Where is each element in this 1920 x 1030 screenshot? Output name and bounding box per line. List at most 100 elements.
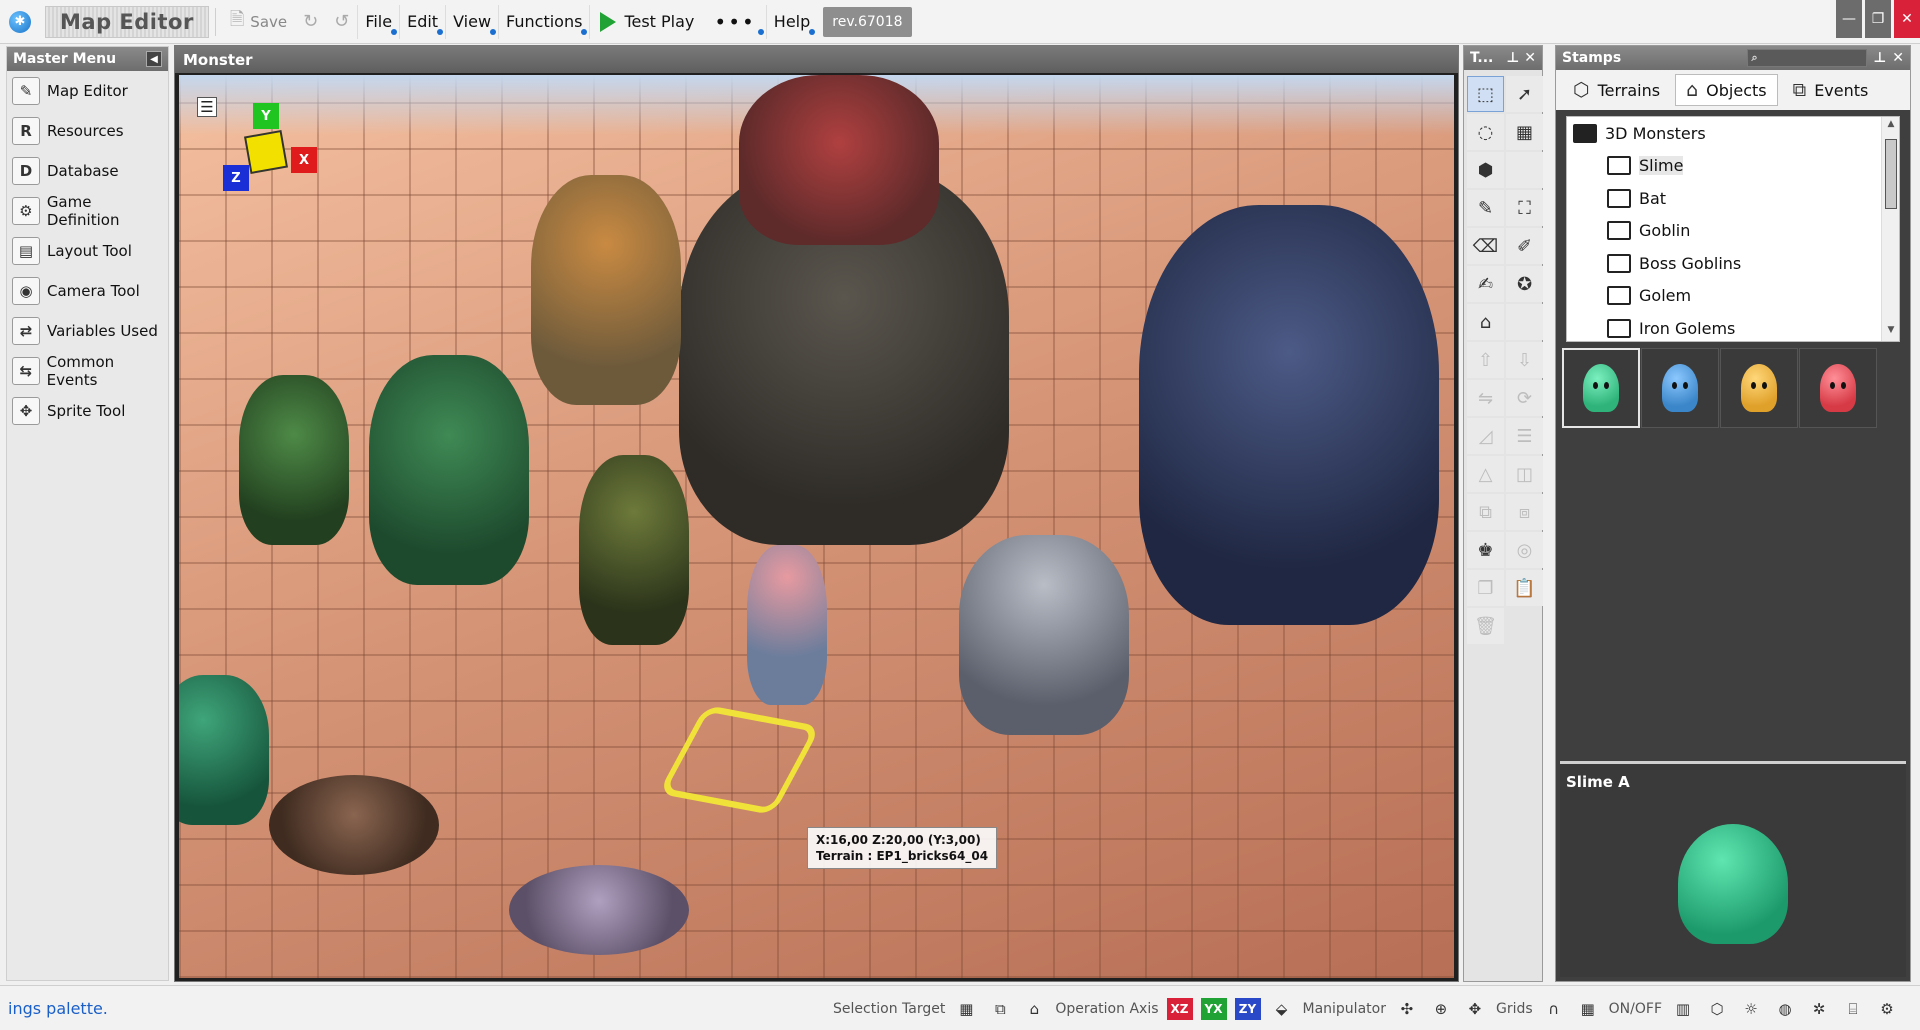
master-menu-item-layout-tool[interactable]: ▤ Layout Tool	[7, 231, 168, 271]
tree-folder-golem[interactable]: Golem	[1567, 280, 1899, 313]
tab-objects[interactable]: ⌂ Objects	[1675, 74, 1778, 106]
select-object-icon[interactable]: ⧉	[987, 996, 1013, 1022]
gizmo-y-axis[interactable]: Y	[253, 103, 279, 129]
master-menu-item-camera-tool[interactable]: ◉ Camera Tool	[7, 271, 168, 311]
select-event-icon[interactable]: ⌂	[1021, 996, 1047, 1022]
axis-gizmo[interactable]: Y X Z	[213, 103, 323, 213]
slime-model[interactable]	[179, 675, 269, 825]
redo-button[interactable]: ↻	[295, 5, 326, 39]
gizmo-z-axis[interactable]: Z	[223, 165, 249, 191]
toggle-settings-icon[interactable]: ⚙	[1874, 996, 1900, 1022]
tab-events[interactable]: ⧉ Events	[1782, 74, 1880, 106]
toggle-light-icon[interactable]: ☼	[1738, 996, 1764, 1022]
stamp-thumbnail-yellow-slime[interactable]	[1720, 348, 1798, 428]
stamps-search-input[interactable]: ⌕	[1747, 49, 1868, 67]
goblin-model[interactable]	[369, 355, 529, 585]
tree-folder-goblin[interactable]: Goblin	[1567, 215, 1899, 248]
tree-folder-boss-goblins[interactable]: Boss Goblins	[1567, 247, 1899, 280]
master-menu-item-sprite-tool[interactable]: ✥ Sprite Tool	[7, 391, 168, 431]
tree-folder-bat[interactable]: Bat	[1567, 182, 1899, 215]
save-button[interactable]: 🗎 Save	[222, 5, 295, 39]
bat-model[interactable]	[509, 865, 689, 955]
rotate-gizmo-icon[interactable]: ⊕	[1428, 996, 1454, 1022]
triangle-tool-icon[interactable]: △	[1467, 456, 1504, 492]
master-menu-item-common-events[interactable]: ⇆ Common Events	[7, 351, 168, 391]
lasso-tool-icon[interactable]: ◌	[1467, 114, 1504, 150]
stamp-tool-icon[interactable]: ♚	[1467, 532, 1504, 568]
manipulator-icon[interactable]: ⬙	[1269, 996, 1295, 1022]
close-icon[interactable]: ✕	[1894, 0, 1920, 38]
flip-tool-icon[interactable]: ⇋	[1467, 380, 1504, 416]
master-menu-item-database[interactable]: D Database	[7, 151, 168, 191]
cube-tool-icon[interactable]: ⬢	[1467, 152, 1504, 188]
scale-gizmo-icon[interactable]: ✥	[1462, 996, 1488, 1022]
grid-magnet-icon[interactable]: ∩	[1541, 996, 1567, 1022]
restore-icon[interactable]: ❐	[1865, 0, 1891, 38]
tab-terrains[interactable]: ⬡ Terrains	[1562, 74, 1671, 106]
test-play-button[interactable]: Test Play	[589, 4, 704, 39]
undo-button[interactable]: ↺	[326, 5, 357, 39]
dragon-model[interactable]	[739, 75, 939, 245]
gizmo-x-axis[interactable]: X	[291, 147, 317, 173]
axis-zy-button[interactable]: ZY	[1234, 997, 1261, 1020]
boss-goblin-model[interactable]	[531, 175, 681, 405]
hooded-figure-model[interactable]	[579, 455, 689, 645]
scene-canvas[interactable]: ☰ Y X Z X:16,00 Z:20,00 (Y:3,00) Terrain…	[179, 75, 1454, 978]
menu-file[interactable]: File	[357, 4, 399, 39]
tree-folder-slime[interactable]: Slime	[1567, 150, 1899, 183]
more-options-button[interactable]: •••	[704, 5, 765, 39]
axis-yx-button[interactable]: YX	[1200, 997, 1227, 1020]
toggle-grid-icon[interactable]: ▥	[1670, 996, 1696, 1022]
move-gizmo-icon[interactable]: ✣	[1394, 996, 1420, 1022]
slope-tool-icon[interactable]: ◿	[1467, 418, 1504, 454]
master-menu-item-map-editor[interactable]: ✎ Map Editor	[7, 71, 168, 111]
raise-tool-icon[interactable]: ⇧	[1467, 342, 1504, 378]
tree-folder-3d-monsters[interactable]: 3D Monsters	[1567, 117, 1899, 150]
fill-tool-icon[interactable]: ⛶	[1506, 190, 1543, 226]
layers-tool-icon[interactable]: ☰	[1506, 418, 1543, 454]
toggle-cube-icon[interactable]: ⬡	[1704, 996, 1730, 1022]
minimize-icon[interactable]: —	[1836, 0, 1862, 38]
pencil-tool-icon[interactable]: ✎	[1467, 190, 1504, 226]
toggle-cylinder-icon[interactable]: ⌸	[1840, 996, 1866, 1022]
rotate-tool-icon[interactable]: ⟳	[1506, 380, 1543, 416]
paste-icon[interactable]: 📋	[1506, 570, 1543, 606]
master-menu-item-variables-used[interactable]: ⇄ Variables Used	[7, 311, 168, 351]
axis-xz-button[interactable]: XZ	[1166, 997, 1193, 1020]
child-character-model[interactable]	[747, 545, 827, 705]
close-icon[interactable]: ✕	[1892, 50, 1904, 66]
lower-tool-icon[interactable]: ⇩	[1506, 342, 1543, 378]
eyedropper-tool-icon[interactable]: ✐	[1506, 228, 1543, 264]
stamp-thumbnail-red-slime[interactable]	[1799, 348, 1877, 428]
house-tool-icon[interactable]: ⌂	[1467, 304, 1504, 340]
collapse-panel-icon[interactable]: ◀	[146, 51, 162, 67]
toggle-sphere-icon[interactable]: ◍	[1772, 996, 1798, 1022]
pin-icon[interactable]: ⊥	[1873, 50, 1886, 66]
close-icon[interactable]: ✕	[1524, 50, 1536, 66]
toggle-bug-icon[interactable]: ✲	[1806, 996, 1832, 1022]
copy-area-tool-icon[interactable]: ⧉	[1467, 494, 1504, 530]
select-tile-icon[interactable]: ▦	[953, 996, 979, 1022]
paste-area-tool-icon[interactable]: ⧈	[1506, 494, 1543, 530]
rat-model[interactable]	[269, 775, 439, 875]
rectangle-select-tool-icon[interactable]: ⬚	[1467, 76, 1504, 112]
scroll-up-icon[interactable]: ▲	[1885, 119, 1897, 133]
tree-scrollbar[interactable]: ▲ ▼	[1881, 117, 1899, 341]
scroll-down-icon[interactable]: ▼	[1885, 325, 1897, 339]
copy-icon[interactable]: ❐	[1467, 570, 1504, 606]
smart-brush-tool-icon[interactable]: ✪	[1506, 266, 1543, 302]
menu-edit[interactable]: Edit	[399, 4, 445, 39]
menu-functions[interactable]: Functions	[498, 4, 589, 39]
scrollbar-thumb[interactable]	[1885, 139, 1897, 209]
grid-select-tool-icon[interactable]: ▦	[1506, 114, 1543, 150]
stamp-thumbnail-blue-slime[interactable]	[1641, 348, 1719, 428]
target-tool-icon[interactable]: ◎	[1506, 532, 1543, 568]
grid-icon[interactable]: ▦	[1575, 996, 1601, 1022]
small-goblin-model[interactable]	[239, 375, 349, 545]
master-menu-item-game-definition[interactable]: ⚙ Game Definition	[7, 191, 168, 231]
master-menu-item-resources[interactable]: R Resources	[7, 111, 168, 151]
menu-help[interactable]: Help	[765, 4, 817, 39]
pin-icon[interactable]: ⊥	[1506, 50, 1519, 66]
box-tool-icon[interactable]: ◫	[1506, 456, 1543, 492]
pointer-tool-icon[interactable]: ➚	[1506, 76, 1543, 112]
